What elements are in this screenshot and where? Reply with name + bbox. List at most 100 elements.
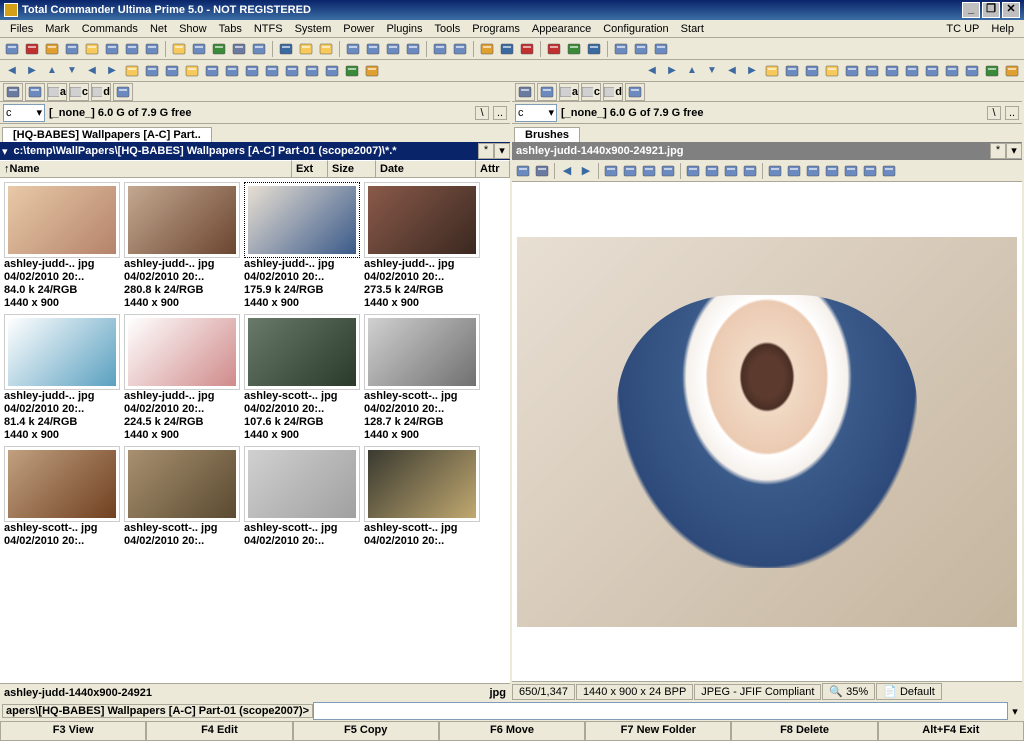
- yel-icon[interactable]: [363, 62, 381, 80]
- thumbnail-item[interactable]: ashley-scott-.. jpg 04/02/2010 20:..: [4, 446, 120, 548]
- col-name[interactable]: ↑Name: [0, 160, 292, 177]
- restore-button[interactable]: ❐: [982, 2, 1000, 18]
- text-icon[interactable]: [384, 40, 402, 58]
- fn-f6-move[interactable]: F6 Move: [439, 721, 585, 741]
- image-viewer[interactable]: [512, 182, 1022, 681]
- down-icon[interactable]: ▼: [63, 62, 81, 80]
- tag-icon[interactable]: [943, 62, 961, 80]
- ball-green-icon[interactable]: [565, 40, 583, 58]
- col-date[interactable]: Date: [376, 160, 476, 177]
- thumbnail-item[interactable]: ashley-judd-.. jpg 04/02/2010 20:.. 84.0…: [4, 182, 120, 310]
- open-icon[interactable]: [514, 162, 532, 180]
- menu-plugins[interactable]: Plugins: [380, 22, 428, 36]
- drive-combo[interactable]: c▾: [3, 104, 45, 122]
- drive-c-button[interactable]: c: [69, 83, 89, 101]
- star-blue-icon[interactable]: [83, 40, 101, 58]
- star-icon[interactable]: [123, 62, 141, 80]
- fit-icon[interactable]: [659, 162, 677, 180]
- back-icon[interactable]: ◀: [643, 62, 661, 80]
- favorites-button[interactable]: ▾: [494, 143, 510, 159]
- root-button[interactable]: \: [987, 106, 1001, 120]
- green-icon[interactable]: [343, 62, 361, 80]
- drive-c-button[interactable]: c: [581, 83, 601, 101]
- thumbnail-item[interactable]: ashley-judd-.. jpg 04/02/2010 20:.. 175.…: [244, 182, 360, 310]
- green-icon[interactable]: [983, 62, 1001, 80]
- disk-icon[interactable]: [515, 83, 535, 101]
- window-icon[interactable]: [123, 40, 141, 58]
- menu-start[interactable]: Start: [675, 22, 710, 36]
- flip-icon[interactable]: [741, 162, 759, 180]
- menu-mark[interactable]: Mark: [39, 22, 75, 36]
- drive-combo[interactable]: c▾: [515, 104, 557, 122]
- menu-programs[interactable]: Programs: [466, 22, 526, 36]
- colors-icon[interactable]: [880, 162, 898, 180]
- info-icon[interactable]: [766, 162, 784, 180]
- cal2-icon[interactable]: [263, 62, 281, 80]
- thumbnail-item[interactable]: ashley-scott-.. jpg 04/02/2010 20:.. 128…: [364, 314, 480, 442]
- parent-button[interactable]: ..: [493, 106, 507, 120]
- next-icon[interactable]: ▶: [577, 162, 595, 180]
- left-thumbnail-grid[interactable]: ashley-judd-.. jpg 04/02/2010 20:.. 84.0…: [0, 178, 510, 683]
- menu-ntfs[interactable]: NTFS: [248, 22, 289, 36]
- a-drive-icon[interactable]: [25, 83, 45, 101]
- gear-icon[interactable]: [323, 62, 341, 80]
- network-icon[interactable]: [113, 83, 133, 101]
- thumbnail-item[interactable]: ashley-scott-.. jpg 04/02/2010 20:..: [244, 446, 360, 548]
- clipboard-icon[interactable]: [451, 40, 469, 58]
- thumbnail-item[interactable]: ashley-judd-.. jpg 04/02/2010 20:.. 81.4…: [4, 314, 120, 442]
- thumbnail-item[interactable]: ashley-judd-.. jpg 04/02/2010 20:.. 280.…: [124, 182, 240, 310]
- prev-icon[interactable]: ◀: [558, 162, 576, 180]
- fn-f4-edit[interactable]: F4 Edit: [146, 721, 292, 741]
- disk-icon[interactable]: [230, 40, 248, 58]
- fn-f7-new-folder[interactable]: F7 New Folder: [585, 721, 731, 741]
- green-x-icon[interactable]: [210, 40, 228, 58]
- box-icon[interactable]: [923, 62, 941, 80]
- drive-a-button[interactable]: a: [559, 83, 579, 101]
- drive-d-button[interactable]: d: [91, 83, 111, 101]
- newwin-icon[interactable]: [143, 40, 161, 58]
- col-size[interactable]: Size: [328, 160, 376, 177]
- folder-open-icon[interactable]: [170, 40, 188, 58]
- folders-icon[interactable]: [297, 40, 315, 58]
- dbl-fwd-icon[interactable]: ▶: [103, 62, 121, 80]
- folder-red-icon[interactable]: [23, 40, 41, 58]
- thumbnail-item[interactable]: ashley-scott-.. jpg 04/02/2010 20:.. 107…: [244, 314, 360, 442]
- parent-button[interactable]: ..: [1005, 106, 1019, 120]
- ball-red-icon[interactable]: [545, 40, 563, 58]
- camera-icon[interactable]: [785, 162, 803, 180]
- menu-net[interactable]: Net: [144, 22, 173, 36]
- down-icon[interactable]: ▼: [703, 62, 721, 80]
- history-button[interactable]: *: [478, 143, 494, 159]
- network-icon[interactable]: [625, 83, 645, 101]
- menu-tools[interactable]: Tools: [429, 22, 467, 36]
- menu-tabs[interactable]: Tabs: [213, 22, 248, 36]
- star-icon[interactable]: [763, 62, 781, 80]
- col-attr[interactable]: Attr: [476, 160, 510, 177]
- folder-yellow-icon[interactable]: [43, 40, 61, 58]
- image-icon[interactable]: [861, 162, 879, 180]
- text-icon[interactable]: [863, 62, 881, 80]
- fn-f8-delete[interactable]: F8 Delete: [731, 721, 877, 741]
- a-drive-icon[interactable]: [537, 83, 557, 101]
- fwd-icon[interactable]: ▶: [663, 62, 681, 80]
- drive-d-button[interactable]: d: [603, 83, 623, 101]
- ball-blue-icon[interactable]: [585, 40, 603, 58]
- fwd-icon[interactable]: ▶: [23, 62, 41, 80]
- menu-files[interactable]: Files: [4, 22, 39, 36]
- menu-system[interactable]: System: [289, 22, 338, 36]
- folder-blue-icon[interactable]: [277, 40, 295, 58]
- gear-icon[interactable]: [963, 62, 981, 80]
- cal-icon[interactable]: [243, 62, 261, 80]
- doc-icon[interactable]: [344, 40, 362, 58]
- refresh-icon[interactable]: [3, 40, 21, 58]
- box-icon[interactable]: [283, 62, 301, 80]
- fn-f3-view[interactable]: F3 View: [0, 721, 146, 741]
- tab-brushes[interactable]: Brushes: [514, 127, 580, 142]
- zoom-region-icon[interactable]: [640, 162, 658, 180]
- thumbnail-item[interactable]: ashley-scott-.. jpg 04/02/2010 20:..: [124, 446, 240, 548]
- up-icon[interactable]: ▲: [43, 62, 61, 80]
- cube-blue-icon[interactable]: [498, 40, 516, 58]
- menu-tc-up[interactable]: TC UP: [940, 22, 985, 36]
- favorites-button[interactable]: ▾: [1006, 143, 1022, 159]
- cal2-icon[interactable]: [903, 62, 921, 80]
